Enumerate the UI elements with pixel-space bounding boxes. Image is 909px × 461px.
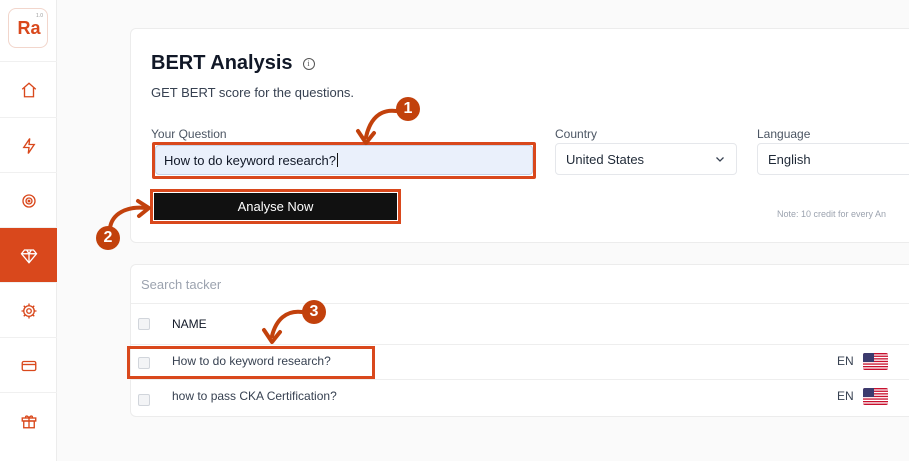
home-icon xyxy=(21,81,36,97)
row-language: EN xyxy=(837,389,854,403)
gift-icon xyxy=(21,414,36,428)
page-title: BERT Analysis xyxy=(151,52,293,74)
search-input[interactable]: Search tacker xyxy=(141,277,221,292)
annotation-arrow-3 xyxy=(262,309,304,344)
sidebar: 1.0 Ra xyxy=(0,0,57,461)
sidebar-item-billing[interactable] xyxy=(0,337,57,393)
info-icon[interactable]: i xyxy=(302,57,315,70)
country-select[interactable]: United States xyxy=(555,143,737,175)
page-subtitle: GET BERT score for the questions. xyxy=(151,85,355,100)
sidebar-item-settings[interactable] xyxy=(0,282,57,338)
row-language: EN xyxy=(837,354,854,368)
diamond-icon xyxy=(20,248,37,264)
country-select-value: United States xyxy=(566,151,645,167)
language-select-value: English xyxy=(768,151,811,167)
divider xyxy=(131,344,909,345)
app-logo[interactable]: 1.0 Ra xyxy=(8,8,48,48)
sidebar-item-target[interactable] xyxy=(0,172,57,228)
annotation-arrow-1 xyxy=(356,108,398,145)
column-header-name: NAME xyxy=(172,317,207,331)
sidebar-item-bolt[interactable] xyxy=(0,117,57,173)
card-icon xyxy=(21,360,36,371)
row-question[interactable]: how to pass CKA Certification? xyxy=(172,389,337,403)
highlight-analyse-button xyxy=(150,189,401,224)
app-root: 1.0 Ra BERT Analysis i GET BERT score fo… xyxy=(0,0,909,461)
target-icon xyxy=(21,193,36,208)
language-select[interactable]: English xyxy=(757,143,909,175)
select-all-checkbox[interactable] xyxy=(138,318,150,330)
page-title-row: BERT Analysis i xyxy=(151,52,315,75)
highlight-row xyxy=(127,346,375,379)
us-flag-icon xyxy=(863,353,888,370)
language-label: Language xyxy=(757,127,811,141)
question-label: Your Question xyxy=(151,127,227,141)
sidebar-item-gift[interactable] xyxy=(0,392,57,448)
sidebar-item-bert[interactable] xyxy=(0,227,57,283)
divider xyxy=(131,303,909,304)
highlight-question-input xyxy=(152,142,536,179)
row-checkbox[interactable] xyxy=(138,394,150,406)
bolt-icon xyxy=(21,137,36,154)
gear-icon xyxy=(21,303,36,318)
divider xyxy=(131,379,909,380)
logo-text: Ra xyxy=(17,18,41,38)
annotation-arrow-2 xyxy=(108,199,151,230)
credit-note: Note: 10 credit for every An xyxy=(777,209,887,219)
us-flag-icon xyxy=(863,388,888,405)
sidebar-item-home[interactable] xyxy=(0,61,57,117)
country-label: Country xyxy=(555,127,598,141)
chevron-down-icon xyxy=(716,157,724,162)
